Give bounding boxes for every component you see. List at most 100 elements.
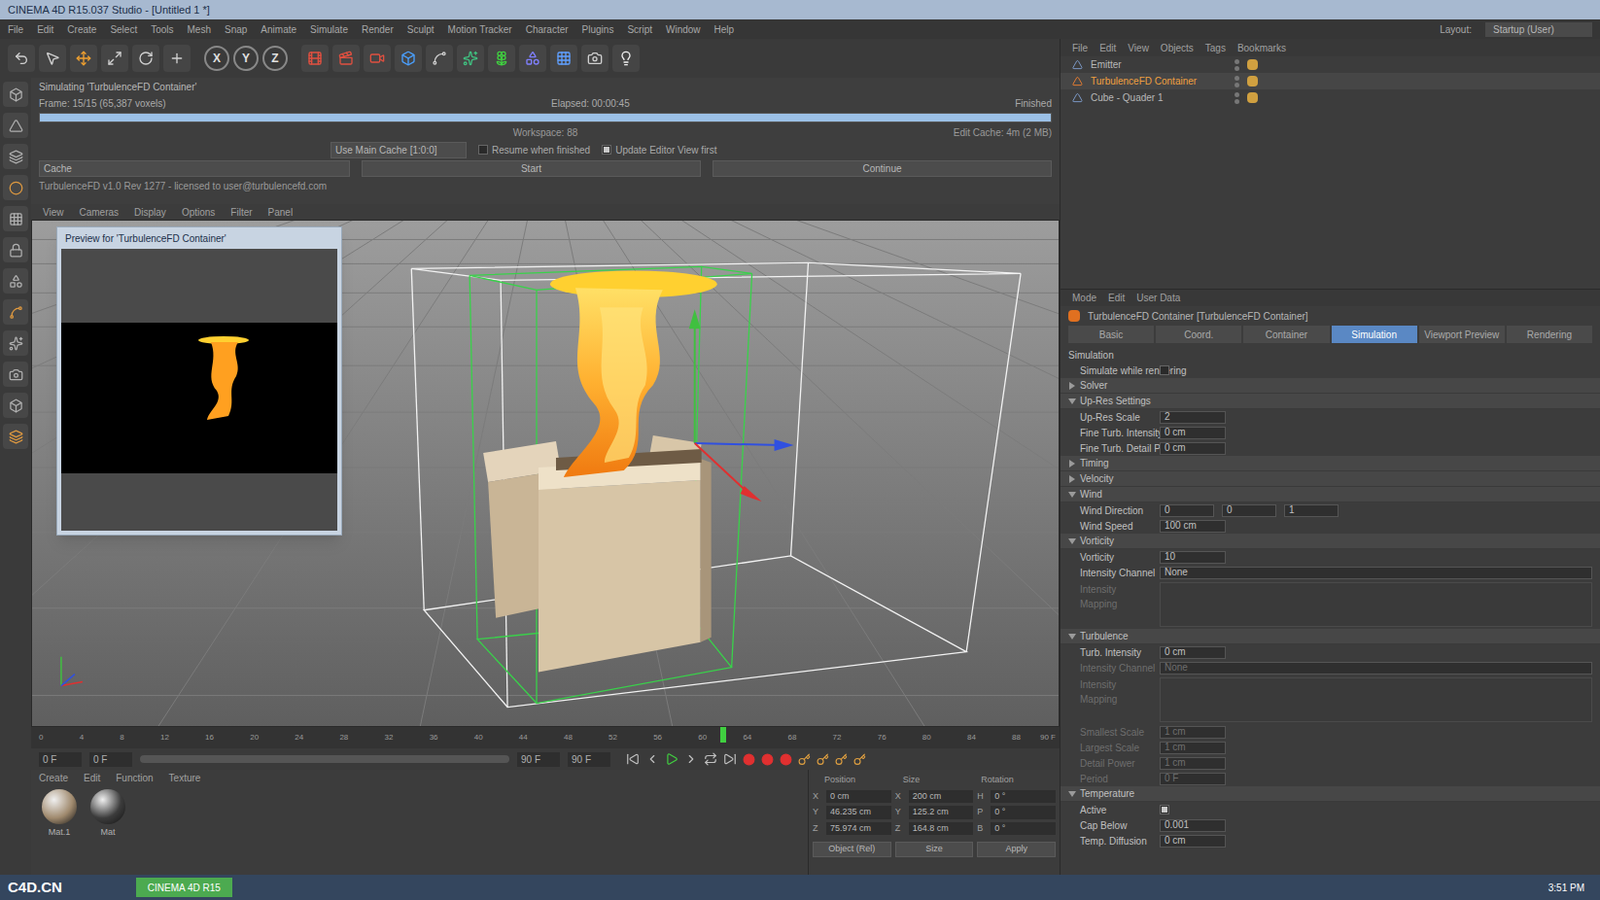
tool-button[interactable] <box>7 44 35 72</box>
record-icon[interactable] <box>742 753 756 766</box>
section-toggle-icon[interactable] <box>1068 632 1077 641</box>
menu-item[interactable]: Animate <box>260 22 297 37</box>
tool-button[interactable] <box>581 44 609 72</box>
number-field[interactable]: 0 cm <box>1159 442 1226 455</box>
checkbox[interactable] <box>601 144 612 155</box>
sim-button[interactable]: Continue <box>712 160 1052 177</box>
mapping-graph[interactable] <box>1159 677 1593 723</box>
menu-item[interactable]: Sculpt <box>407 22 435 37</box>
attribute-menu-item[interactable]: Edit <box>1108 290 1125 306</box>
preview-window[interactable]: Preview for 'TurbulenceFD Container' <box>56 226 343 536</box>
tool-button[interactable] <box>69 44 98 72</box>
visibility-dots[interactable] <box>1234 59 1240 71</box>
key-icon[interactable] <box>816 753 830 766</box>
dropdown[interactable]: None <box>1159 661 1593 675</box>
coord-field[interactable]: 125.2 cm <box>908 805 974 820</box>
section-toggle-icon[interactable] <box>1068 490 1077 499</box>
material-item[interactable]: Mat <box>87 789 129 840</box>
axis-button[interactable]: X <box>204 45 230 71</box>
vector-field[interactable]: 0 <box>1159 504 1215 518</box>
menu-item[interactable]: Create <box>67 22 97 37</box>
menu-item[interactable]: Tools <box>150 22 174 37</box>
axis-button[interactable]: Y <box>233 45 259 71</box>
menu-item[interactable]: Select <box>109 22 138 37</box>
menu-item[interactable]: Simulate <box>310 22 348 37</box>
transport-icon[interactable] <box>703 752 718 766</box>
side-tool-button[interactable] <box>2 143 29 170</box>
number-field[interactable]: 10 <box>1159 551 1226 564</box>
frame-field[interactable]: 90 F <box>517 752 560 767</box>
tool-button[interactable] <box>394 44 422 72</box>
tool-button[interactable] <box>487 44 516 72</box>
attribute-section[interactable]: Solver <box>1060 378 1600 394</box>
coord-button[interactable]: Size <box>895 841 974 858</box>
viewport-menu-item[interactable]: Filter <box>230 205 252 220</box>
mapping-graph[interactable] <box>1159 582 1593 627</box>
attribute-section[interactable]: Velocity <box>1060 471 1600 487</box>
object-menu-item[interactable]: File <box>1072 40 1088 56</box>
transport-icon[interactable] <box>664 752 679 766</box>
tool-button[interactable] <box>132 44 160 72</box>
number-field[interactable]: 0 cm <box>1159 646 1226 660</box>
section-toggle-icon[interactable] <box>1068 475 1077 484</box>
tool-button[interactable] <box>38 44 67 72</box>
axis-button[interactable]: Z <box>262 45 288 71</box>
range-slider[interactable] <box>139 755 510 764</box>
key-icon[interactable] <box>798 753 811 766</box>
attribute-tab[interactable]: Rendering <box>1506 325 1593 344</box>
section-toggle-icon[interactable] <box>1068 459 1077 468</box>
timeline[interactable]: 0481216202428323640444852566064687276808… <box>31 727 1060 749</box>
transport-icon[interactable] <box>684 752 698 766</box>
tag-icon[interactable] <box>1247 75 1258 87</box>
coord-field[interactable]: 75.974 cm <box>826 822 892 836</box>
object-row[interactable]: Cube - Quader 1 <box>1060 89 1600 106</box>
section-toggle-icon[interactable] <box>1068 382 1077 390</box>
number-field[interactable]: 100 cm <box>1159 520 1226 533</box>
menu-item[interactable]: Edit <box>36 22 54 37</box>
tool-button[interactable] <box>163 44 191 72</box>
side-tool-button[interactable] <box>2 423 29 450</box>
number-field[interactable]: 1 cm <box>1159 726 1226 739</box>
object-menu-item[interactable]: Edit <box>1099 40 1116 56</box>
transport-icon[interactable] <box>645 752 660 766</box>
visibility-dots[interactable] <box>1234 92 1240 105</box>
number-field[interactable]: 0 cm <box>1159 426 1226 440</box>
checkbox[interactable] <box>1159 365 1170 376</box>
cache-dropdown[interactable]: Cache <box>38 160 350 177</box>
material-item[interactable]: Mat.1 <box>38 789 80 840</box>
menu-item[interactable]: Window <box>665 22 701 37</box>
cache-select[interactable]: Use Main Cache [1:0:0] <box>330 141 467 159</box>
attribute-section[interactable]: Turbulence <box>1060 628 1600 645</box>
tool-button[interactable] <box>425 44 453 72</box>
viewport-menu-item[interactable]: Options <box>181 205 215 220</box>
number-field[interactable]: 2 <box>1159 411 1226 424</box>
tag-icon[interactable] <box>1247 92 1258 104</box>
attribute-tab[interactable]: Basic <box>1068 325 1154 344</box>
attribute-menu-item[interactable]: Mode <box>1072 290 1097 306</box>
side-tool-button[interactable] <box>2 206 29 232</box>
menu-item[interactable]: Mesh <box>187 22 211 37</box>
attribute-section[interactable]: Wind <box>1060 486 1600 503</box>
taskbar-task[interactable]: CINEMA 4D R15 <box>136 877 233 898</box>
menu-item[interactable]: Help <box>714 22 735 37</box>
object-menu-item[interactable]: Objects <box>1160 40 1194 56</box>
viewport-menu-item[interactable]: Display <box>134 205 167 220</box>
viewport-menu-item[interactable]: View <box>42 205 65 220</box>
viewport-menu-item[interactable]: Panel <box>268 205 294 220</box>
tool-button[interactable] <box>456 44 485 72</box>
transport-icon[interactable] <box>626 752 640 766</box>
record-icon[interactable] <box>761 753 774 766</box>
number-field[interactable]: 1 cm <box>1159 757 1226 770</box>
side-tool-button[interactable] <box>2 392 29 418</box>
section-toggle-icon[interactable] <box>1068 537 1077 546</box>
side-tool-button[interactable] <box>2 237 29 263</box>
menu-item[interactable]: Character <box>525 22 569 37</box>
menu-item[interactable]: Render <box>361 22 394 37</box>
vector-field[interactable]: 0 <box>1221 504 1277 518</box>
tool-button[interactable] <box>332 44 360 72</box>
attribute-tab[interactable]: Coord. <box>1155 325 1242 344</box>
visibility-dots[interactable] <box>1234 75 1240 88</box>
section-toggle-icon[interactable] <box>1068 790 1077 799</box>
dropdown[interactable]: None <box>1159 566 1593 580</box>
viewport-menu-item[interactable]: Cameras <box>79 205 120 220</box>
